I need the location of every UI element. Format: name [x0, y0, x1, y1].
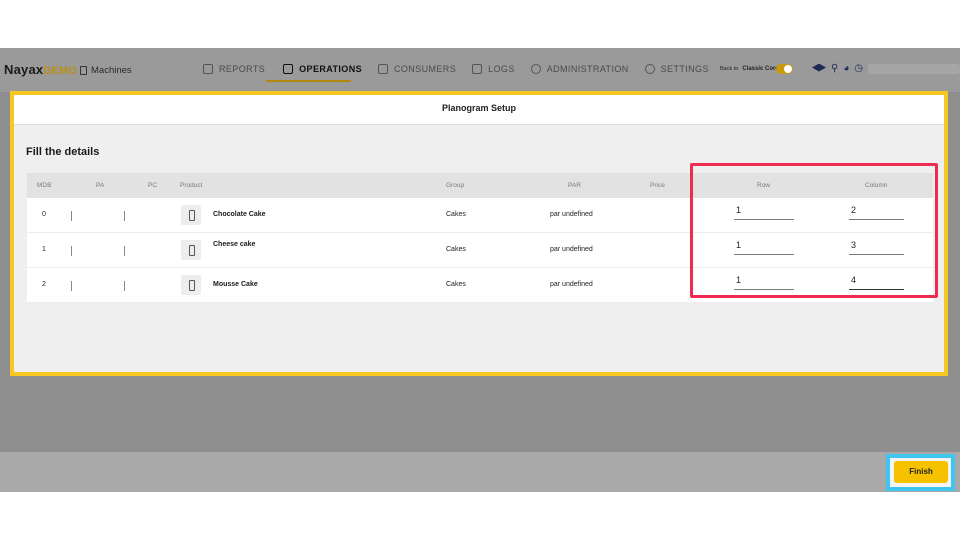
- finish-button[interactable]: Finish: [894, 461, 948, 483]
- divider: [71, 211, 72, 221]
- mdb-value: 1: [42, 246, 46, 253]
- nayax-logo[interactable]: NayaxDEMO: [4, 62, 77, 77]
- mdb-value: 0: [42, 211, 46, 218]
- nav-logs[interactable]: LOGS: [472, 64, 515, 74]
- top-navigation-bar: NayaxDEMO Machines REPORTS OPERATIONS CO…: [0, 48, 960, 92]
- product-name: Cheese cake: [213, 241, 256, 248]
- column-header-product: Product: [180, 182, 203, 189]
- divider: [71, 281, 72, 291]
- bottom-action-bar: [0, 452, 960, 492]
- active-tab-indicator: [266, 80, 351, 82]
- product-name: Chocolate Cake: [213, 211, 266, 218]
- product-name: Mousse Cake: [213, 281, 258, 288]
- column-header-pa: PA: [96, 182, 105, 189]
- breadcrumb-label: Machines: [91, 65, 132, 76]
- column-header-group: Group: [446, 182, 465, 189]
- classic-core-label: Back to Classic Core: [720, 66, 779, 72]
- column-header-price: Price: [650, 182, 665, 189]
- header-icons: ⚲ ◕ ◷: [812, 63, 863, 74]
- user-info-blurred[interactable]: [868, 64, 960, 74]
- nav-settings[interactable]: SETTINGS: [644, 64, 709, 74]
- machine-icon: [80, 66, 87, 75]
- reports-icon: [203, 64, 213, 74]
- logs-icon: [472, 64, 483, 74]
- modal-title: Planogram Setup: [14, 95, 944, 125]
- divider: [124, 211, 125, 221]
- column-header-par: PAR: [568, 182, 581, 189]
- clock-icon[interactable]: ◷: [854, 63, 863, 74]
- logo-text: Nayax: [4, 62, 44, 77]
- row-column-highlight: [690, 163, 938, 298]
- column-header-mdb: MDB: [37, 182, 52, 189]
- classic-core-toggle[interactable]: [776, 64, 793, 74]
- column-header-pc: PC: [148, 182, 158, 189]
- section-title: Fill the details: [26, 146, 100, 158]
- divider: [124, 246, 125, 256]
- classic-label: Classic Core: [742, 66, 779, 72]
- product-bottle-icon: [181, 275, 201, 295]
- nav-label: ADMINISTRATION: [546, 64, 629, 74]
- product-bottle-icon: [181, 240, 201, 260]
- par-value: par undefined: [550, 281, 593, 288]
- nav-consumers[interactable]: CONSUMERS: [378, 64, 456, 74]
- nav-label: CONSUMERS: [394, 64, 457, 74]
- nav-operations[interactable]: OPERATIONS: [283, 64, 362, 74]
- group-value: Cakes: [446, 211, 466, 218]
- operations-icon: [283, 64, 294, 74]
- administration-icon: [530, 64, 541, 74]
- globe-icon[interactable]: ◕: [843, 63, 849, 74]
- nav-administration[interactable]: ADMINISTRATION: [530, 64, 629, 74]
- nav-reports[interactable]: REPORTS: [203, 64, 265, 74]
- logo-demo-text: DEMO: [43, 65, 78, 77]
- graduation-cap-icon[interactable]: [812, 63, 826, 72]
- breadcrumb[interactable]: Machines: [80, 65, 132, 76]
- nav-label: LOGS: [488, 64, 515, 74]
- main-nav: REPORTS OPERATIONS CONSUMERS LOGS ADMINI…: [203, 64, 723, 74]
- group-value: Cakes: [446, 246, 466, 253]
- settings-gear-icon: [644, 64, 655, 74]
- par-value: par undefined: [550, 211, 593, 218]
- nav-label: OPERATIONS: [299, 64, 362, 74]
- consumers-icon: [378, 64, 388, 74]
- par-value: par undefined: [550, 246, 593, 253]
- divider: [124, 281, 125, 291]
- mdb-value: 2: [42, 281, 46, 288]
- search-icon[interactable]: ⚲: [831, 63, 838, 74]
- nav-label: REPORTS: [219, 64, 266, 74]
- classic-prefix: Back to: [720, 66, 739, 72]
- nav-label: SETTINGS: [660, 64, 709, 74]
- product-bottle-icon: [181, 205, 201, 225]
- group-value: Cakes: [446, 281, 466, 288]
- divider: [71, 246, 72, 256]
